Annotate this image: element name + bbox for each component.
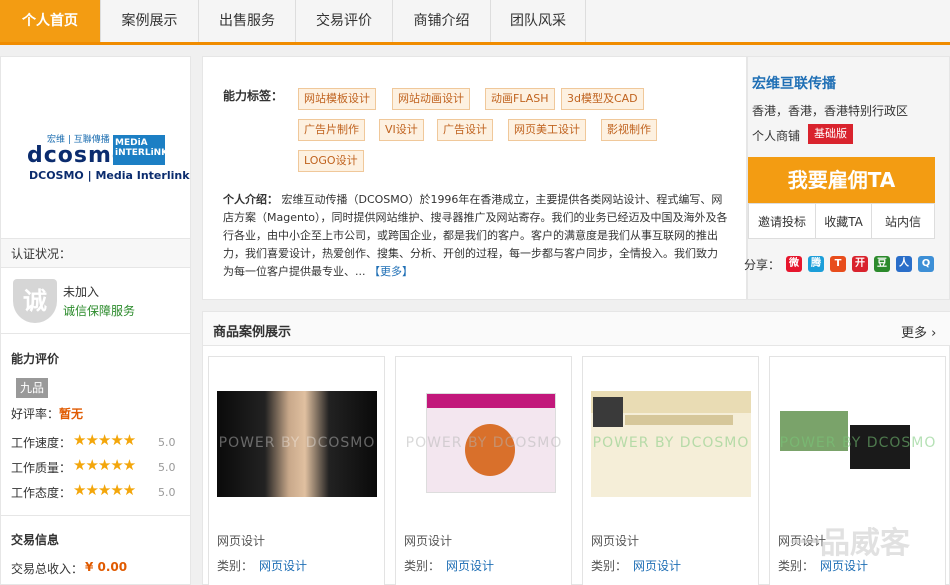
- intro-block: 个人介绍： 宏维互动传播（DCOSMO）於1996年在香港成立，主要提供各类网站…: [223, 191, 728, 281]
- company-logo: 宏维 | 互聯傳播 dcosmo MEDiA iNTERLiNK DCOSMO …: [1, 57, 190, 237]
- invite-bid-button[interactable]: 邀请投标: [748, 203, 816, 239]
- tags-label: 能力标签：: [223, 89, 284, 103]
- quality-score: 5.0: [158, 461, 176, 474]
- case-category: 类别： 网页设计: [217, 557, 307, 574]
- tag-item[interactable]: 广告片制作: [298, 119, 365, 141]
- tab-cases[interactable]: 案例展示: [101, 0, 199, 42]
- praise-value: 暂无: [59, 407, 84, 421]
- thumb-title-bar: [625, 415, 733, 425]
- quality-stars: ★★★★★: [73, 456, 136, 474]
- level-badge: 九品: [16, 378, 48, 398]
- shop-location: 香港，香港，香港特别行政区: [752, 104, 909, 118]
- tag-item[interactable]: VI设计: [379, 119, 424, 141]
- case-category-label: 类别：: [591, 559, 628, 573]
- logo-line3: MEDiA iNTERLiNK: [113, 135, 168, 165]
- tag-item[interactable]: 动画FLASH: [485, 88, 555, 110]
- shop-type-badge: 基础版: [808, 124, 853, 144]
- case-card[interactable]: POWER BY DCOSMO 网页设计 类别： 网页设计: [208, 356, 385, 585]
- share-label: 分享：: [744, 258, 781, 272]
- tag-item[interactable]: 3d模型及CAD: [561, 88, 644, 110]
- case-category: 类别： 网页设计: [404, 557, 494, 574]
- top-nav: 个人首页 案例展示 出售服务 交易评价 商铺介绍 团队风采: [0, 0, 950, 45]
- tab-reviews[interactable]: 交易评价: [296, 0, 393, 42]
- hire-button[interactable]: 我要雇佣TA: [748, 157, 935, 203]
- intro-more-link[interactable]: 【更多】: [369, 265, 413, 278]
- tab-team[interactable]: 团队风采: [491, 0, 586, 42]
- intro-label: 个人介绍：: [223, 193, 278, 206]
- showcase-more-link[interactable]: 更多 ›: [901, 322, 936, 341]
- attitude-label: 工作态度：: [11, 486, 72, 500]
- case-category: 类别： 网页设计: [591, 557, 681, 574]
- tag-item[interactable]: 影视制作: [601, 119, 657, 141]
- case-card[interactable]: POWER BY DCOSMO 网页设计 类别： 网页设计: [395, 356, 572, 585]
- qzone-icon[interactable]: Q: [918, 256, 934, 272]
- tab-services[interactable]: 出售服务: [199, 0, 296, 42]
- case-category-link[interactable]: 网页设计: [446, 559, 494, 573]
- profile-panel: 能力标签： 网站模板设计 网站动画设计 动画FLASH 3d模型及CAD 广告片…: [202, 56, 747, 300]
- speed-stars: ★★★★★: [73, 431, 136, 449]
- income-label: 交易总收入：: [11, 562, 84, 576]
- case-thumbnail[interactable]: POWER BY DCOSMO: [217, 391, 377, 497]
- site-watermark: 一品威客: [790, 526, 910, 561]
- case-category-link[interactable]: 网页设计: [633, 559, 681, 573]
- shop-name[interactable]: 宏维亘联传播: [752, 73, 836, 93]
- tag-item[interactable]: 网页美工设计: [508, 119, 586, 141]
- weibo-icon[interactable]: 微: [786, 256, 802, 272]
- tab-shop-intro[interactable]: 商铺介绍: [393, 0, 491, 42]
- tag-item[interactable]: LOGO设计: [298, 150, 364, 172]
- showcase-title: 商品案例展示: [213, 325, 292, 340]
- case-title[interactable]: 网页设计: [404, 532, 452, 549]
- shield-icon: 诚: [13, 279, 57, 323]
- renren-icon[interactable]: 人: [896, 256, 912, 272]
- left-sidebar: 宏维 | 互聯傳播 dcosmo MEDiA iNTERLiNK DCOSMO …: [0, 56, 191, 585]
- logo-line4: DCOSMO | Media Interlink: [29, 169, 190, 182]
- watermark-text: POWER BY DCOSMO: [592, 435, 750, 451]
- case-thumbnail[interactable]: POWER BY DCOSMO: [778, 391, 938, 497]
- case-card[interactable]: POWER BY DCOSMO 网页设计 类别： 网页设计: [582, 356, 759, 585]
- thumb-logo-block: [593, 397, 623, 427]
- tag-item[interactable]: 广告设计: [437, 119, 493, 141]
- cert-service-link[interactable]: 诚信保障服务: [63, 302, 135, 319]
- case-thumbnail[interactable]: POWER BY DCOSMO: [404, 391, 564, 497]
- case-category-link[interactable]: 网页设计: [259, 559, 307, 573]
- income-value: ¥ 0.00: [85, 560, 128, 574]
- case-thumbnail[interactable]: POWER BY DCOSMO: [591, 391, 751, 497]
- speed-label: 工作速度：: [11, 436, 72, 450]
- trade-title: 交易信息: [11, 533, 60, 547]
- case-category-label: 类别：: [217, 559, 254, 573]
- watermark-text: POWER BY DCOSMO: [779, 435, 937, 451]
- showcase-header: 商品案例展示 更多 ›: [203, 312, 950, 346]
- thumb-header-bar: [427, 394, 555, 408]
- message-button[interactable]: 站内信: [871, 203, 935, 239]
- divider: [1, 333, 190, 334]
- shop-card: 宏维亘联传播 香港，香港，香港特别行政区 个人商铺 基础版 我要雇佣TA 邀请投…: [744, 56, 950, 300]
- rating-title: 能力评价: [11, 352, 60, 366]
- speed-score: 5.0: [158, 436, 176, 449]
- divider: [1, 515, 190, 516]
- case-title[interactable]: 网页设计: [591, 532, 639, 549]
- favorite-button[interactable]: 收藏TA: [815, 203, 872, 239]
- tag-item[interactable]: 网站动画设计: [392, 88, 470, 110]
- quality-label: 工作质量：: [11, 461, 72, 475]
- tencent-weibo-icon[interactable]: 腾: [808, 256, 824, 272]
- tag-item[interactable]: 网站模板设计: [298, 88, 376, 110]
- tab-home[interactable]: 个人首页: [0, 0, 101, 42]
- attitude-stars: ★★★★★: [73, 481, 136, 499]
- praise-label: 好评率：: [11, 407, 60, 421]
- watermark-text: POWER BY DCOSMO: [218, 435, 376, 451]
- shop-type: 个人商铺: [752, 129, 801, 143]
- douban-icon[interactable]: 豆: [874, 256, 890, 272]
- watermark-text: POWER BY DCOSMO: [405, 435, 563, 451]
- tianya-icon[interactable]: T: [830, 256, 846, 272]
- cert-status: 未加入: [63, 285, 100, 299]
- cert-title: 认证状况：: [1, 238, 190, 268]
- attitude-score: 5.0: [158, 486, 176, 499]
- case-category-label: 类别：: [404, 559, 441, 573]
- case-title[interactable]: 网页设计: [217, 532, 265, 549]
- kaixin-icon[interactable]: 开: [852, 256, 868, 272]
- intro-text: 宏维互动传播（DCOSMO）於1996年在香港成立，主要提供各类网站设计、程式编…: [223, 193, 728, 278]
